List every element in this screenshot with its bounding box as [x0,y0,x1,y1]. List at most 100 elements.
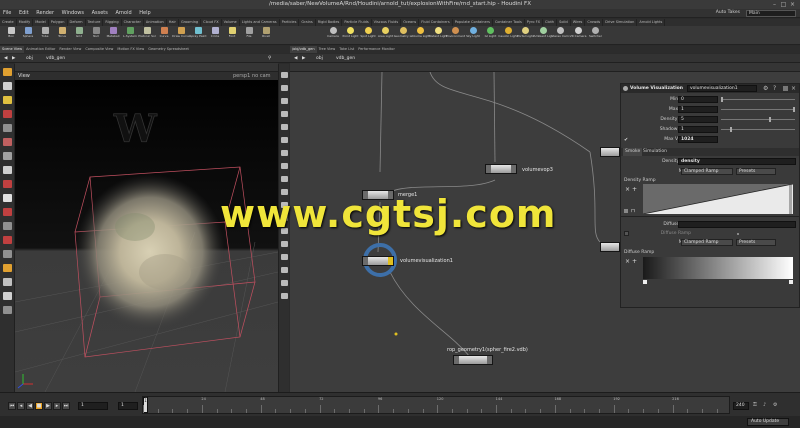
pane-tab[interactable]: Tree View [317,46,338,53]
pane-tab[interactable]: Geometry Spreadsheet [146,46,191,53]
pane-tab[interactable]: Render View [57,46,83,53]
play-button[interactable]: ▶ [44,402,52,410]
shelf-tool[interactable]: Font [225,27,239,44]
presets-dropdown[interactable]: Presets [736,168,776,175]
node-offscreen[interactable] [600,242,620,252]
ramp-key-handle[interactable] [643,280,647,284]
back-icon[interactable]: ◀ [294,55,297,62]
viewport-tool-icon[interactable] [3,110,12,118]
check-icon[interactable]: ✔ [624,137,628,143]
shelf-tool[interactable]: Grid [72,27,86,44]
menu-edit[interactable]: Edit [16,9,32,18]
viewport-tool-icon[interactable] [3,194,12,202]
menu-file[interactable]: File [0,9,14,18]
node-rop-geometry[interactable] [453,355,493,365]
display-option-icon[interactable] [281,72,288,78]
frame-ruler[interactable]: 1 1 24 48 72 96 120 144 168 192 216 [142,396,730,414]
add-key-icon[interactable]: + [632,186,637,193]
diffuse-ramp-gradient[interactable] [643,257,793,279]
shelf-tab[interactable]: Wires [571,19,586,26]
viewport-tool-icon[interactable] [3,250,12,258]
param-value-field[interactable]: 1 [678,126,718,133]
shelf-tool[interactable]: Spot Light [360,27,376,44]
back-icon[interactable]: ◀ [4,55,7,62]
shelf-tool[interactable]: Environment [446,27,465,44]
node-offscreen[interactable] [600,147,620,157]
viewport-tool-icon[interactable] [3,152,12,160]
remove-key-icon[interactable]: × [625,258,630,265]
viewport-tool-icon[interactable] [3,180,12,188]
slider-handle[interactable] [793,107,795,112]
display-option-icon[interactable] [281,85,288,91]
auto-update-dropdown[interactable]: Auto Update [747,418,789,426]
menu-arnold[interactable]: Arnold [112,9,134,18]
shelf-tool[interactable]: Curve [157,27,171,44]
param-slider[interactable] [721,107,795,112]
viewport-tool-icon[interactable] [3,306,12,314]
shelf-tab[interactable]: Model [33,19,49,26]
viewport-tool-icon[interactable] [3,236,12,244]
display-option-icon[interactable] [281,254,288,260]
shelf-tool[interactable]: Volume Light [411,27,430,44]
menu-windows[interactable]: Windows [59,9,87,18]
menu-help[interactable]: Help [136,9,153,18]
tab-smoke[interactable]: Smoke [623,148,643,156]
viewport-tool-icon[interactable] [3,138,12,146]
shelf-tab[interactable]: Texture [86,19,104,26]
current-frame-field[interactable]: 1 [78,402,108,410]
go-start-button[interactable]: ⏮ [8,402,16,410]
ramp-key-handle[interactable] [789,280,793,284]
viewport-tool-icon[interactable] [3,96,12,104]
shelf-tool[interactable]: L-System [123,27,137,44]
shelf-tool[interactable]: GI Light [484,27,498,44]
viewport-tool-icon[interactable] [3,292,12,300]
stop-button[interactable]: ■ [35,402,43,410]
diffuse-presets-dropdown[interactable]: Presets [736,239,776,246]
shelf-tool[interactable]: Stereo Cam. [551,27,570,44]
shelf-tab[interactable]: Container Tools [493,19,525,26]
viewport-tool-icon[interactable] [3,278,12,286]
path-root[interactable]: obj [316,55,323,62]
param-value-field[interactable]: 1024 [678,136,718,143]
desktop-select[interactable]: Main [746,10,796,17]
viewport-tool-icon[interactable] [3,264,12,272]
shelf-tool[interactable]: Null [89,27,103,44]
shelf-tool[interactable]: Geometry L. [394,27,412,44]
shelf-tool[interactable]: Rivet [259,27,273,44]
close-icon[interactable]: × [791,84,796,93]
shelf-tab[interactable]: Rigging [103,19,122,26]
display-option-icon[interactable] [281,150,288,156]
pane-tab[interactable]: Scene View [0,46,25,53]
close-icon[interactable]: × [789,1,796,8]
shelf-tool[interactable]: Ambient Lig. [534,27,552,44]
shelf-tab[interactable]: Crowds [585,19,604,26]
param-value-field[interactable]: 5 [678,116,718,123]
shelf-tab[interactable]: Fluid Containers [419,19,453,26]
shelf-tab[interactable]: Solid [557,19,571,26]
play-reverse-button[interactable]: ◀ [26,402,34,410]
menu-assets[interactable]: Assets [89,9,111,18]
shelf-tool[interactable]: File [242,27,256,44]
auto-takes-toggle[interactable]: Auto Takes [716,10,740,15]
shelf-tab[interactable]: Particles [280,19,300,26]
slider-handle[interactable] [730,127,733,132]
node-volumevop[interactable] [485,164,517,174]
param-slider[interactable] [721,127,795,132]
forward-icon[interactable]: ▶ [12,55,15,62]
shelf-tool[interactable]: Camera [326,27,340,44]
diffuse-mode-dropdown[interactable]: Clamped Ramp [681,239,733,246]
slider-handle[interactable] [721,97,723,102]
shelf-tab[interactable]: Populate Containers [453,19,493,26]
shelf-tab[interactable]: Cloth [543,19,558,26]
cam-menu[interactable]: no cam [252,72,271,80]
end-frame-field[interactable]: 240 [733,402,749,410]
path-root[interactable]: obj [26,55,33,62]
display-option-icon[interactable] [281,280,288,286]
display-option-icon[interactable] [281,98,288,104]
node-name-field[interactable]: volumevisualization1 [687,85,757,92]
tab-simulation[interactable]: Simulation [641,148,669,156]
pane-tab[interactable]: Motion FX View [115,46,146,53]
path-node[interactable]: vdb_gen [336,55,355,62]
shelf-tab[interactable]: Lights and Cameras [240,19,280,26]
shelf-tool[interactable]: Draw Curve [172,27,190,44]
